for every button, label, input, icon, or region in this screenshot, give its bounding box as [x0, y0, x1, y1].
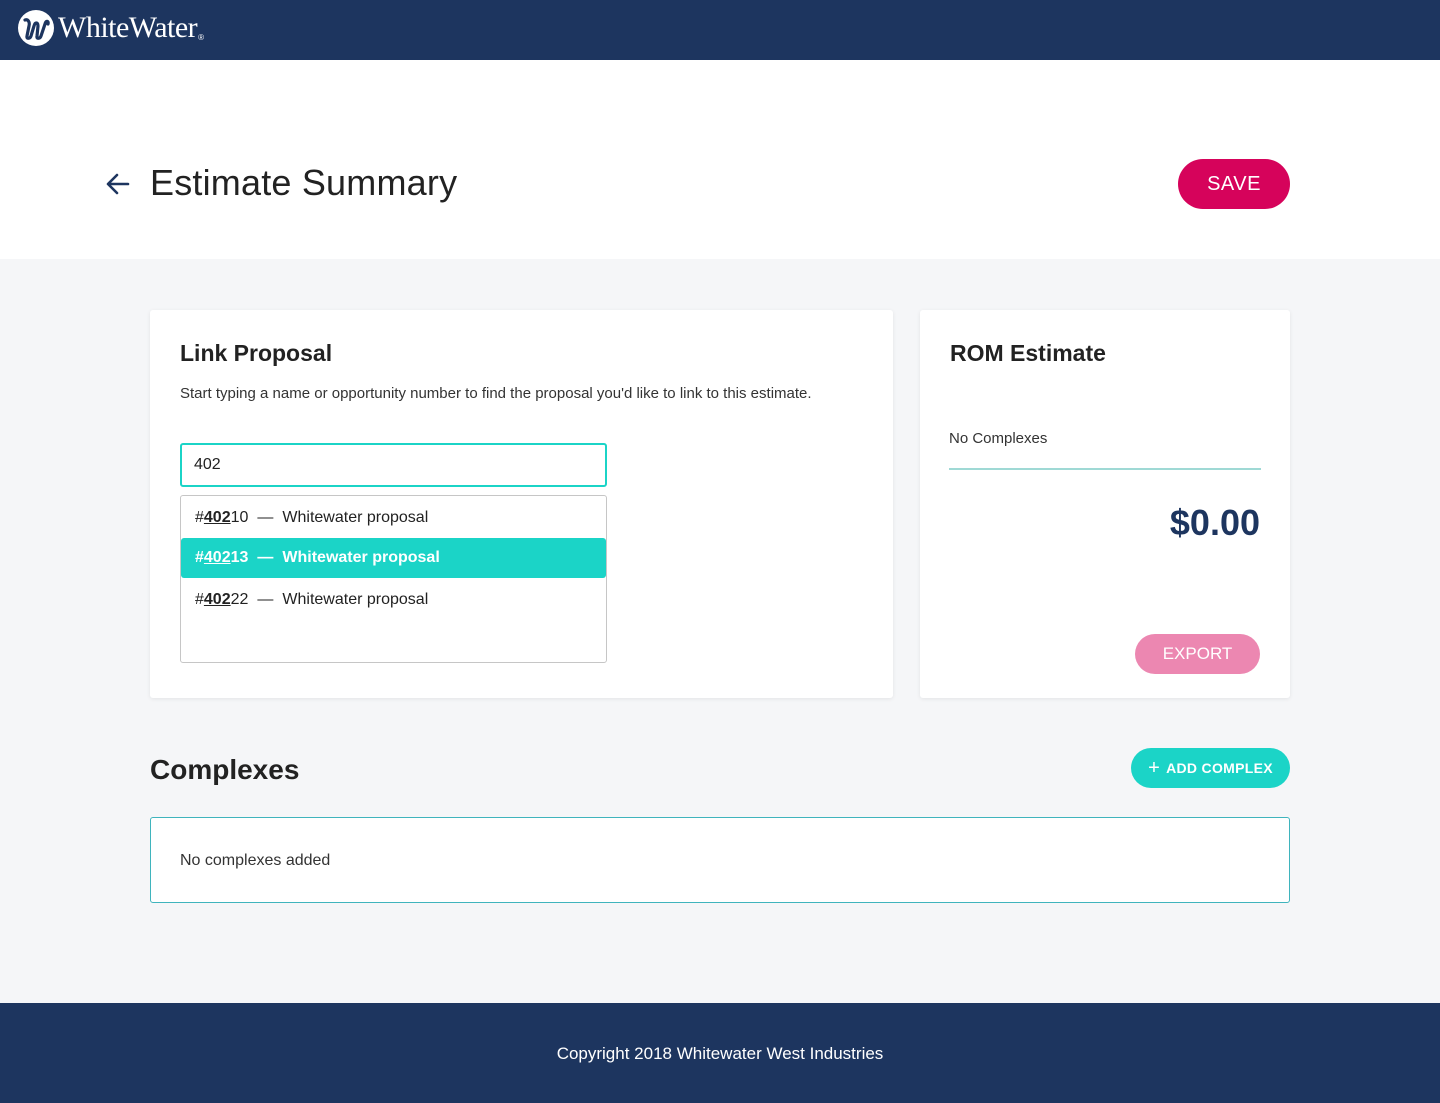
link-proposal-card: Link Proposal Start typing a name or opp…	[150, 310, 893, 698]
page-footer: Copyright 2018 Whitewater West Industrie…	[0, 1003, 1440, 1103]
top-bar: WhiteWater ®	[0, 0, 1440, 60]
registered-mark: ®	[198, 33, 205, 42]
copyright-text: Copyright 2018 Whitewater West Industrie…	[556, 1044, 884, 1063]
export-button[interactable]: EXPORT	[1135, 634, 1260, 674]
proposal-results-dropdown: #402 10— Whitewater proposal #402 13— Whitew…	[180, 495, 607, 663]
rom-divider	[949, 468, 1261, 470]
proposal-result-item[interactable]: #402 22— Whitewater proposal	[181, 580, 606, 620]
rom-complexes-label: No Complexes	[949, 430, 1048, 447]
plus-icon: +	[1148, 757, 1161, 779]
arrow-left-icon	[106, 173, 130, 195]
page-title: Estimate Summary	[150, 162, 458, 203]
link-proposal-title: Link Proposal	[180, 340, 333, 366]
rom-total-amount: $0.00	[1169, 502, 1260, 543]
complexes-list: No complexes added	[150, 817, 1290, 903]
complexes-empty-text: No complexes added	[180, 852, 331, 869]
rom-estimate-card: ROM Estimate No Complexes $0.00 EXPORT	[920, 310, 1290, 698]
rom-estimate-title: ROM Estimate	[950, 340, 1106, 366]
save-button[interactable]: SAVE	[1178, 159, 1290, 209]
brand-logo[interactable]: WhiteWater ®	[18, 10, 204, 46]
add-complex-button[interactable]: + ADD COMPLEX	[1131, 748, 1290, 788]
complexes-section-title: Complexes	[150, 754, 300, 785]
link-proposal-description: Start typing a name or opportunity numbe…	[180, 385, 812, 402]
proposal-result-item[interactable]: #402 10— Whitewater proposal	[181, 498, 606, 538]
back-button[interactable]	[104, 170, 132, 198]
proposal-result-item-selected[interactable]: #402 13— Whitewater proposal	[181, 538, 606, 578]
page-header: Estimate Summary SAVE	[0, 60, 1440, 259]
logo-wave-icon	[18, 10, 54, 46]
brand-name: WhiteWater	[58, 11, 198, 44]
proposal-search-input[interactable]	[180, 443, 607, 487]
add-complex-label: ADD COMPLEX	[1166, 760, 1273, 776]
